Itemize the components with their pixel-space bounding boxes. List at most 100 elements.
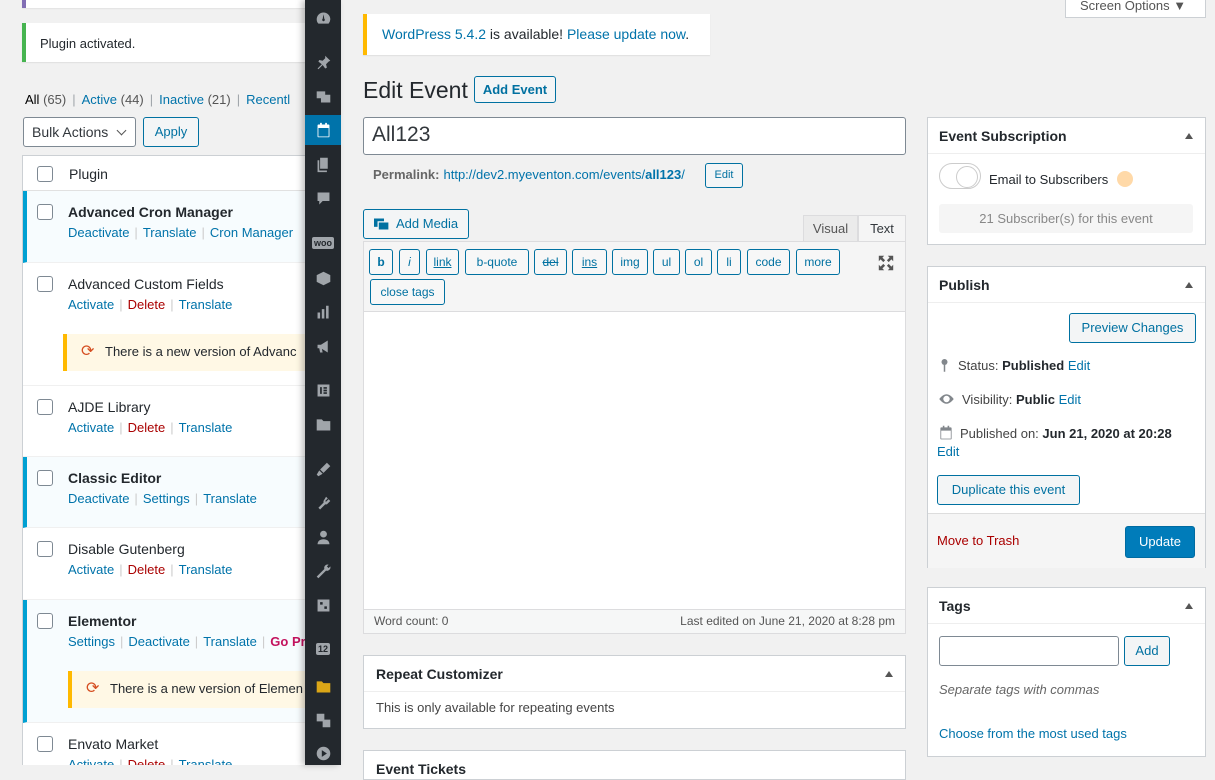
calendar-number-icon[interactable]: 12 [305, 634, 341, 664]
most-used-tags-link[interactable]: Choose from the most used tags [939, 726, 1127, 741]
code-button[interactable]: code [747, 249, 790, 275]
ol-button[interactable]: ol [685, 249, 712, 275]
add-media-button[interactable]: Add Media [363, 209, 469, 239]
plugins-icon[interactable] [305, 488, 341, 518]
img-button[interactable]: img [612, 249, 648, 275]
status-edit-link[interactable]: Edit [1068, 358, 1090, 373]
pages-icon[interactable] [305, 149, 341, 179]
play-icon[interactable] [305, 738, 341, 768]
appearance-icon[interactable] [305, 454, 341, 484]
li-button[interactable]: li [717, 249, 741, 275]
marketing-icon[interactable] [305, 331, 341, 361]
blockquote-button[interactable]: b-quote [465, 249, 529, 275]
bulk-actions-select[interactable]: Bulk Actions [23, 117, 136, 147]
settings-link[interactable]: Settings [143, 491, 190, 506]
tab-visual[interactable]: Visual [803, 215, 858, 242]
translate-link[interactable]: Translate [143, 225, 197, 240]
tab-text[interactable]: Text [858, 215, 906, 242]
move-to-trash-link[interactable]: Move to Trash [937, 533, 1019, 548]
cron-manager-link[interactable]: Cron Manager [210, 225, 293, 240]
folder-icon[interactable] [305, 671, 341, 701]
info-dot-icon[interactable] [1117, 171, 1133, 187]
delete-link[interactable]: Delete [128, 757, 166, 765]
products-icon[interactable] [305, 263, 341, 293]
tags-input[interactable] [939, 636, 1119, 666]
filter-all[interactable]: All (65) [25, 92, 66, 107]
translate-link[interactable]: Translate [179, 757, 233, 765]
deactivate-link[interactable]: Deactivate [128, 634, 189, 649]
apply-button[interactable]: Apply [143, 117, 199, 147]
fullscreen-icon[interactable] [877, 254, 895, 272]
publish-header[interactable]: Publish [928, 267, 1205, 303]
update-button[interactable]: Update [1125, 526, 1195, 558]
go-pro-link[interactable]: Go Pr [270, 634, 305, 649]
analytics-icon[interactable] [305, 297, 341, 327]
tools-icon[interactable] [305, 556, 341, 586]
dashboard-icon[interactable] [305, 3, 341, 33]
permalink-edit-button[interactable]: Edit [705, 163, 743, 188]
delete-link[interactable]: Delete [128, 562, 166, 577]
row-checkbox[interactable] [37, 204, 53, 220]
add-event-button[interactable]: Add Event [474, 76, 556, 103]
activate-link[interactable]: Activate [68, 420, 114, 435]
ins-button[interactable]: ins [572, 249, 607, 275]
translate-link[interactable]: Translate [203, 491, 257, 506]
bold-button[interactable]: b [369, 249, 393, 275]
preview-changes-button[interactable]: Preview Changes [1069, 313, 1196, 343]
users-icon[interactable] [305, 522, 341, 552]
translate-link[interactable]: Translate [179, 297, 233, 312]
more-button[interactable]: more [796, 249, 840, 275]
row-checkbox[interactable] [37, 541, 53, 557]
add-tag-button[interactable]: Add [1124, 636, 1170, 666]
settings-icon[interactable] [305, 590, 341, 620]
delete-link[interactable]: Delete [128, 297, 166, 312]
activate-link[interactable]: Activate [68, 562, 114, 577]
templates-icon[interactable] [305, 409, 341, 439]
elementor-icon[interactable] [305, 375, 341, 405]
event-tickets-box[interactable]: Event Tickets [363, 750, 906, 780]
pin-icon[interactable] [305, 47, 341, 77]
translate-link[interactable]: Translate [203, 634, 257, 649]
select-all-checkbox[interactable] [37, 166, 53, 182]
visibility-edit-link[interactable]: Edit [1059, 392, 1081, 407]
row-checkbox[interactable] [37, 470, 53, 486]
del-button[interactable]: del [534, 249, 567, 275]
calendar-icon[interactable] [305, 115, 341, 145]
delete-link[interactable]: Delete [128, 420, 166, 435]
media-icon[interactable] [305, 81, 341, 111]
title-input[interactable]: All123 [363, 117, 906, 155]
activate-link[interactable]: Activate [68, 757, 114, 765]
repeat-customizer-header[interactable]: Repeat Customizer [364, 656, 905, 692]
collapse-arrow-icon[interactable] [1185, 282, 1193, 288]
email-subscribers-toggle[interactable] [939, 163, 981, 189]
update-now-link[interactable]: Please update now [567, 26, 685, 42]
italic-button[interactable]: i [399, 249, 420, 275]
filter-active[interactable]: Active (44) [82, 92, 144, 107]
subscription-header[interactable]: Event Subscription [928, 118, 1205, 154]
screen-options-button[interactable]: Screen Options ▼ [1065, 0, 1206, 18]
translate-icon[interactable] [305, 705, 341, 735]
close-tags-button[interactable]: close tags [370, 279, 445, 305]
settings-link[interactable]: Settings [68, 634, 115, 649]
comments-icon[interactable] [305, 183, 341, 213]
row-checkbox[interactable] [37, 276, 53, 292]
permalink-link[interactable]: http://dev2.myeventon.com/events/all123/ [443, 167, 684, 182]
collapse-arrow-icon[interactable] [885, 671, 893, 677]
wp-version-link[interactable]: WordPress 5.4.2 [382, 26, 486, 42]
ul-button[interactable]: ul [653, 249, 680, 275]
row-checkbox[interactable] [37, 399, 53, 415]
translate-link[interactable]: Translate [179, 420, 233, 435]
filter-inactive[interactable]: Inactive (21) [159, 92, 231, 107]
collapse-arrow-icon[interactable] [1185, 133, 1193, 139]
link-button[interactable]: link [426, 249, 459, 275]
deactivate-link[interactable]: Deactivate [68, 225, 129, 240]
woocommerce-icon[interactable]: woo [305, 228, 341, 258]
deactivate-link[interactable]: Deactivate [68, 491, 129, 506]
published-edit-link[interactable]: Edit [937, 444, 959, 459]
duplicate-event-button[interactable]: Duplicate this event [937, 475, 1080, 505]
row-checkbox[interactable] [37, 736, 53, 752]
row-checkbox[interactable] [37, 613, 53, 629]
activate-link[interactable]: Activate [68, 297, 114, 312]
translate-link[interactable]: Translate [179, 562, 233, 577]
filter-recently-active[interactable]: Recentl [246, 92, 290, 107]
